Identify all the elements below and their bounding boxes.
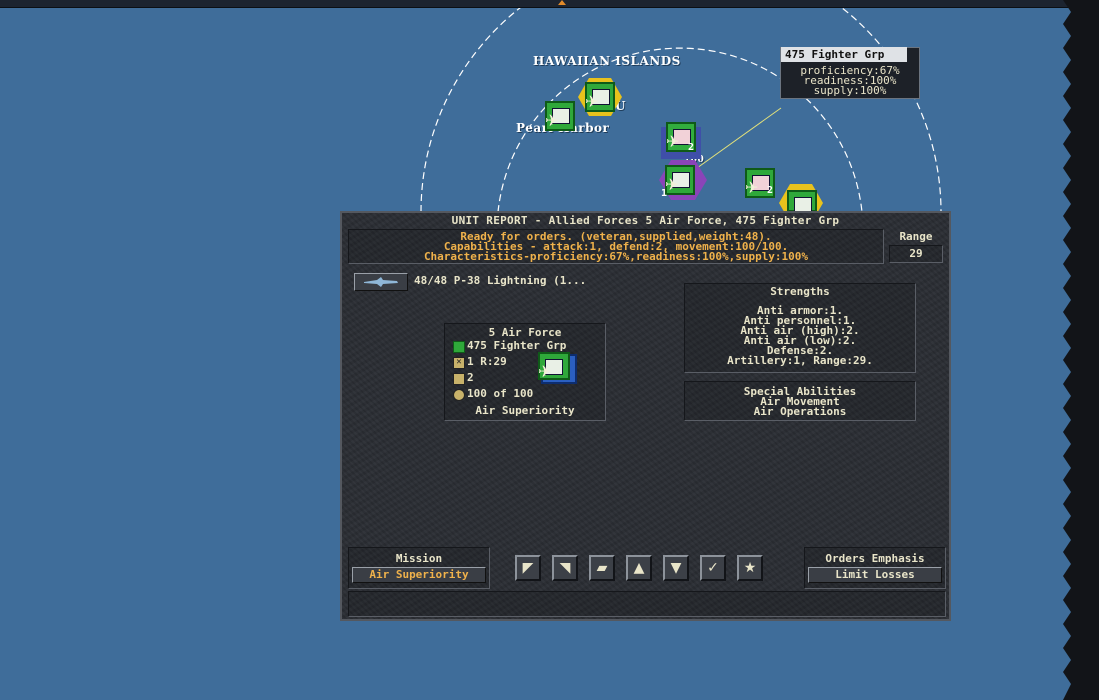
- message-bar: [348, 591, 946, 617]
- attack-icon: ✕: [453, 357, 465, 369]
- arrow-left-button[interactable]: ◤: [515, 555, 541, 581]
- counter-digit: 2: [767, 185, 774, 196]
- panel-title: UNIT REPORT - Allied Forces 5 Air Force,…: [451, 214, 840, 227]
- unit-card-supply: 100 of 100: [467, 387, 534, 400]
- arrow-up-button[interactable]: ▲: [626, 555, 652, 581]
- unit-counter-hawaii[interactable]: ✈: [585, 82, 615, 112]
- map-marker-icon: [558, 0, 566, 5]
- region-label: HAWAIIAN ISLANDS: [533, 54, 681, 68]
- unit-card-mission: Air Superiority: [475, 404, 575, 417]
- unit-card-name: 475 Fighter Grp: [467, 339, 567, 352]
- tooltip-supply: supply:100%: [813, 84, 887, 97]
- equipment-label: 48/48 P-38 Lightning (1...: [414, 274, 587, 287]
- mission-label: Mission: [395, 552, 443, 565]
- range-box: 29: [889, 245, 943, 263]
- arrow-right-button[interactable]: ◥: [552, 555, 578, 581]
- supply-icon: [453, 389, 465, 401]
- unit-counter-selected[interactable]: ✈: [665, 165, 695, 195]
- arrow-split-button[interactable]: ▰: [589, 555, 615, 581]
- mission-select[interactable]: Air Superiority: [352, 567, 486, 583]
- check-button[interactable]: ✓: [700, 555, 726, 581]
- unit-card-parent: 5 Air Force: [488, 326, 562, 339]
- tooltip-title: 475 Fighter Grp: [781, 47, 907, 62]
- emphasis-label: Orders Emphasis: [825, 552, 925, 565]
- unit-counter-large-front: ✈: [538, 352, 570, 381]
- range-label: Range: [899, 230, 933, 243]
- unit-counter-far-east[interactable]: [787, 190, 817, 213]
- strengths-box: Strengths Anti armor:1. Anti personnel:1…: [684, 283, 916, 373]
- unit-card[interactable]: 5 Air Force 475 Fighter Grp ✕ 1 R:29 2 1…: [444, 323, 606, 421]
- emphasis-select[interactable]: Limit Losses: [808, 567, 942, 583]
- status-line-3: Characteristics-proficiency:67%,readines…: [423, 250, 809, 263]
- counter-digit: 2: [688, 142, 695, 153]
- unit-counter-large: ✈: [538, 352, 577, 384]
- special-abilities-box: Special Abilities Air Movement Air Opera…: [684, 381, 916, 421]
- star-button[interactable]: ★: [737, 555, 763, 581]
- unit-counter-pearl-harbor[interactable]: ✈: [545, 101, 575, 131]
- equipment-button[interactable]: [354, 273, 408, 291]
- defense-icon: [453, 373, 465, 385]
- unit-tooltip: 475 Fighter Grp proficiency:67% readines…: [780, 47, 920, 99]
- arrow-down-button[interactable]: ▼: [663, 555, 689, 581]
- special-line: Air Operations: [753, 405, 847, 418]
- unit-card-attack: 1 R:29: [467, 355, 507, 368]
- strengths-heading: Strengths: [770, 285, 830, 298]
- range-value: 29: [909, 247, 923, 260]
- map-edge: [1063, 0, 1099, 700]
- strength-line: Artillery:1, Range:29.: [727, 354, 873, 367]
- aircraft-icon: [364, 277, 398, 287]
- top-bar: [0, 0, 1099, 8]
- unit-type-icon: [453, 341, 465, 353]
- unit-report-panel: UNIT REPORT - Allied Forces 5 Air Force,…: [340, 211, 951, 621]
- counter-digit: 1: [661, 188, 668, 199]
- unit-card-defense: 2: [467, 371, 474, 384]
- status-box: Ready for orders. (veteran,supplied,weig…: [348, 229, 884, 264]
